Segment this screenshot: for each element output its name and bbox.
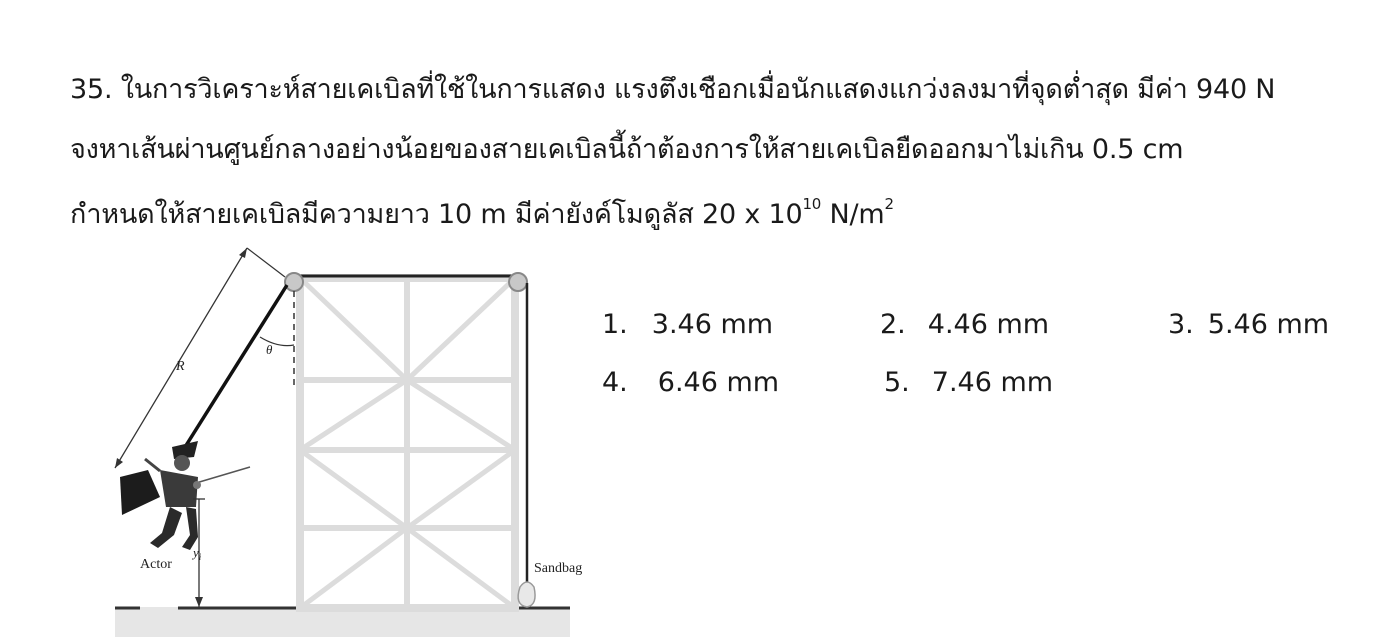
yi-arrow-bottom bbox=[195, 597, 203, 607]
actor-label: Actor bbox=[140, 557, 172, 572]
r-arrow-bottom bbox=[115, 458, 123, 468]
yi-label: yi bbox=[191, 545, 202, 562]
scaffold-tower bbox=[296, 274, 519, 612]
r-tick bbox=[246, 247, 286, 278]
choice-value: 4.46 mm bbox=[927, 309, 1050, 340]
choice-value: 6.46 mm bbox=[657, 367, 780, 398]
choice-number: 5. bbox=[884, 367, 910, 398]
question-line-3: กำหนดให้สายเคเบิลมีความยาว 10 m มีค่ายัง… bbox=[70, 188, 894, 235]
question-line-1: 35. ในการวิเคราะห์สายเคเบิลที่ใช้ในการแส… bbox=[70, 74, 1276, 105]
question-line-2: จงหาเส้นผ่านศูนย์กลางอย่างน้อยของสายเคเบ… bbox=[70, 134, 1184, 165]
choice-2: 2. 4.46 mm bbox=[880, 308, 1049, 342]
r-dimension bbox=[114, 247, 248, 469]
right-pulley bbox=[508, 272, 528, 292]
unit: N/m bbox=[821, 199, 885, 230]
choice-value: 7.46 mm bbox=[931, 367, 1054, 398]
exponent: 10 bbox=[802, 195, 822, 213]
physics-figure: Sandbag θ R Actor yi bbox=[114, 247, 582, 637]
choice-value: 5.46 mm bbox=[1207, 309, 1330, 340]
unit-exponent: 2 bbox=[884, 195, 895, 213]
choice-5: 5. 7.46 mm bbox=[884, 366, 1053, 400]
choice-number: 3. bbox=[1168, 309, 1194, 340]
left-pulley bbox=[284, 272, 304, 292]
question-line-3-text: กำหนดให้สายเคเบิลมีความยาว 10 m มีค่ายัง… bbox=[70, 199, 803, 230]
swing-cable bbox=[178, 284, 289, 456]
choice-value: 3.46 mm bbox=[651, 309, 774, 340]
actor-figure bbox=[120, 441, 251, 550]
choice-number: 1. bbox=[602, 309, 628, 340]
sandbag bbox=[517, 581, 536, 608]
r-label: R bbox=[175, 359, 185, 374]
choice-number: 4. bbox=[602, 367, 628, 398]
sandbag-label: Sandbag bbox=[534, 561, 582, 576]
theta-label: θ bbox=[266, 342, 273, 357]
choice-4: 4. 6.46 mm bbox=[602, 366, 779, 400]
choice-3: 3. 5.46 mm bbox=[1168, 308, 1329, 342]
choice-number: 2. bbox=[880, 309, 906, 340]
choice-1: 1. 3.46 mm bbox=[602, 308, 773, 342]
r-arrow-top bbox=[239, 248, 247, 258]
